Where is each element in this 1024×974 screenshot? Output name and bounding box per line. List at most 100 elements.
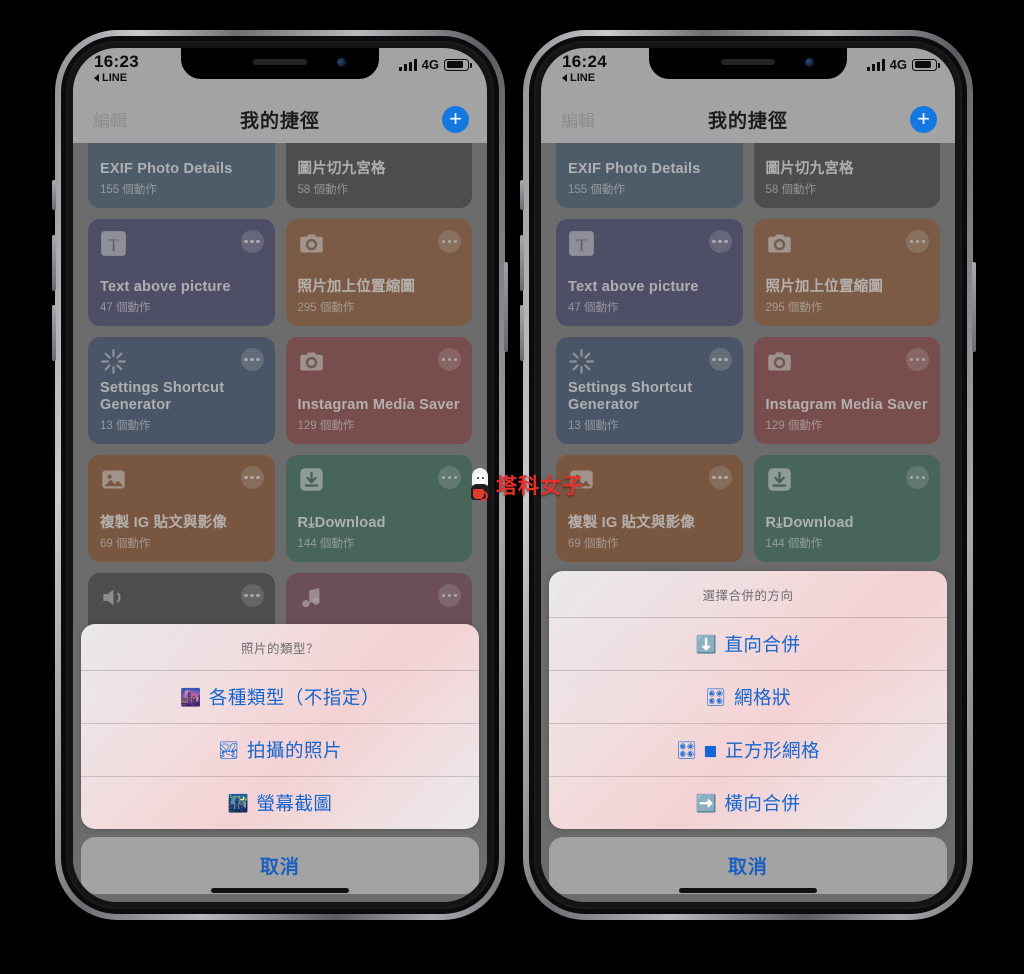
shortcut-title: 圖片切九宮格 bbox=[297, 161, 386, 178]
shortcut-card[interactable]: 圖片切九宮格 58 個動作 bbox=[285, 143, 472, 208]
camera-icon bbox=[766, 230, 793, 257]
action-sheet-option[interactable]: 🎛 ◼ 正方形網格 bbox=[549, 723, 947, 776]
home-indicator[interactable] bbox=[211, 888, 349, 893]
shortcut-more-button[interactable] bbox=[438, 348, 461, 371]
power-button[interactable] bbox=[972, 262, 976, 352]
shortcut-action-count: 47 個動作 bbox=[100, 302, 151, 314]
shortcut-more-button[interactable] bbox=[708, 466, 732, 489]
shortcut-action-count: 295 個動作 bbox=[765, 302, 823, 314]
shortcut-card[interactable]: 照片加上位置縮圖 295 個動作 bbox=[753, 219, 940, 326]
action-sheet-option[interactable]: ⬇️ 直向合併 bbox=[549, 617, 947, 670]
shortcut-more-button[interactable] bbox=[708, 348, 732, 371]
shortcut-card[interactable]: 圖片切九宮格 58 個動作 bbox=[753, 143, 940, 208]
shortcut-more-button[interactable] bbox=[240, 466, 264, 489]
volume-down-button[interactable] bbox=[52, 305, 56, 361]
shortcut-more-button[interactable] bbox=[438, 584, 461, 607]
front-camera-icon bbox=[805, 58, 814, 67]
download-icon bbox=[766, 466, 793, 493]
action-sheet-option[interactable]: 🌃 螢幕截圖 bbox=[81, 776, 479, 829]
nav-bar: 編輯 我的捷徑 + bbox=[541, 96, 955, 143]
shortcut-card[interactable]: 複製 IG 貼文與影像 69 個動作 bbox=[88, 455, 275, 562]
shortcut-more-button[interactable] bbox=[906, 466, 929, 489]
shortcut-more-button[interactable] bbox=[240, 230, 264, 253]
phone-right: 16:24 LINE 4G 編輯 我的捷徑 + EXIF Photo Detai… bbox=[520, 30, 976, 920]
action-sheet-option[interactable]: 🏞 拍攝的照片 bbox=[81, 723, 479, 776]
front-camera-icon bbox=[337, 58, 346, 67]
shortcut-action-count: 155 個動作 bbox=[100, 184, 157, 196]
option-emoji-icon: 🌆 bbox=[180, 687, 202, 707]
shortcut-card[interactable]: T Text above picture 47 個動作 bbox=[88, 219, 275, 326]
shortcut-more-button[interactable] bbox=[906, 230, 929, 253]
back-to-app-button[interactable]: LINE bbox=[94, 72, 139, 84]
shortcut-meta: 圖片切九宮格 58 個動作 bbox=[298, 161, 461, 197]
shortcut-action-count: 69 個動作 bbox=[100, 538, 151, 550]
action-sheet: 照片的類型？ 🌆 各種類型（不指定） 🏞 拍攝的照片 🌃 螢幕截圖 bbox=[81, 624, 479, 829]
action-sheet-option[interactable]: ➡️ 橫向合併 bbox=[549, 776, 947, 829]
shortcut-meta: R⤓Download 144 個動作 bbox=[766, 515, 929, 551]
shortcut-card[interactable]: EXIF Photo Details 155 個動作 bbox=[88, 143, 275, 208]
home-indicator[interactable] bbox=[679, 888, 817, 893]
shortcut-card[interactable]: Instagram Media Saver 129 個動作 bbox=[753, 337, 940, 444]
cancel-button[interactable]: 取消 bbox=[549, 837, 947, 894]
action-sheet-option[interactable]: 🌆 各種類型（不指定） bbox=[81, 670, 479, 723]
shortcut-action-count: 69 個動作 bbox=[568, 538, 619, 550]
shortcuts-grid: EXIF Photo Details 155 個動作 圖片切九宮格 58 個動作 T Te… bbox=[73, 143, 487, 680]
action-sheet-container: 選擇合併的方向 ⬇️ 直向合併 🎛 網格狀 🎛 ◼ 正方形網格 ➡️ 橫向合併 取消 bbox=[541, 571, 955, 902]
shortcut-more-button[interactable] bbox=[906, 348, 929, 371]
shortcut-more-button[interactable] bbox=[240, 584, 264, 607]
shortcut-card[interactable]: EXIF Photo Details 155 個動作 bbox=[556, 143, 743, 208]
shortcut-action-count: 129 個動作 bbox=[765, 420, 823, 432]
shortcut-action-count: 13 個動作 bbox=[568, 420, 619, 432]
status-bar: 16:23 LINE 4G bbox=[73, 48, 487, 96]
shortcut-card[interactable]: Settings Shortcut Generator 13 個動作 bbox=[556, 337, 743, 444]
add-shortcut-button[interactable]: + bbox=[910, 106, 937, 133]
back-to-app-button[interactable]: LINE bbox=[562, 72, 607, 84]
volume-up-button[interactable] bbox=[52, 235, 56, 291]
shortcut-meta: Instagram Media Saver 129 個動作 bbox=[766, 397, 929, 433]
shortcut-card[interactable]: R⤓Download 144 個動作 bbox=[285, 455, 472, 562]
phone-left: 16:23 LINE 4G 編輯 我的捷徑 + EXIF Photo Detai… bbox=[52, 30, 508, 920]
shortcut-card[interactable]: R⤓Download 144 個動作 bbox=[753, 455, 940, 562]
mute-switch[interactable] bbox=[52, 180, 56, 210]
edit-button[interactable]: 編輯 bbox=[561, 107, 595, 132]
shortcut-card[interactable]: Settings Shortcut Generator 13 個動作 bbox=[88, 337, 275, 444]
watermark: 塔科女子 bbox=[468, 468, 584, 502]
status-bar-left: 16:23 LINE bbox=[94, 52, 139, 84]
battery-icon bbox=[912, 58, 940, 71]
shortcut-action-count: 129 個動作 bbox=[297, 420, 355, 432]
screenshot-canvas: 16:23 LINE 4G 編輯 我的捷徑 + EXIF Photo Detai… bbox=[0, 0, 1024, 974]
shortcut-card[interactable]: Instagram Media Saver 129 個動作 bbox=[285, 337, 472, 444]
phone-screen: 16:23 LINE 4G 編輯 我的捷徑 + EXIF Photo Detai… bbox=[73, 48, 487, 902]
shortcut-title: Instagram Media Saver bbox=[765, 397, 928, 414]
camera-icon bbox=[766, 348, 793, 375]
power-button[interactable] bbox=[504, 262, 508, 352]
shortcut-meta: Settings Shortcut Generator 13 個動作 bbox=[100, 380, 263, 433]
cancel-button[interactable]: 取消 bbox=[81, 837, 479, 894]
back-triangle-icon bbox=[94, 74, 99, 82]
mascot-icon bbox=[468, 468, 492, 502]
page-title: 我的捷徑 bbox=[239, 111, 320, 132]
add-shortcut-button[interactable]: + bbox=[442, 106, 469, 133]
shortcut-card[interactable]: T Text above picture 47 個動作 bbox=[556, 219, 743, 326]
signal-bars-icon bbox=[866, 58, 885, 71]
action-sheet-option[interactable]: 🎛 網格狀 bbox=[549, 670, 947, 723]
download-icon bbox=[298, 466, 325, 493]
shortcut-more-button[interactable] bbox=[438, 466, 461, 489]
shortcut-more-button[interactable] bbox=[438, 230, 461, 253]
camera-icon bbox=[298, 230, 325, 257]
shortcut-action-count: 144 個動作 bbox=[297, 538, 355, 550]
sparkle-icon bbox=[568, 348, 595, 375]
shortcut-card[interactable]: 照片加上位置縮圖 295 個動作 bbox=[285, 219, 472, 326]
shortcut-more-button[interactable] bbox=[708, 230, 732, 253]
battery-icon bbox=[444, 58, 472, 71]
action-sheet-option-label: 各種類型（不指定） bbox=[208, 687, 380, 708]
edit-button[interactable]: 編輯 bbox=[93, 107, 127, 132]
volume-down-button[interactable] bbox=[520, 305, 524, 361]
music-icon bbox=[298, 584, 325, 611]
volume-up-button[interactable] bbox=[520, 235, 524, 291]
action-sheet-options: ⬇️ 直向合併 🎛 網格狀 🎛 ◼ 正方形網格 ➡️ 橫向合併 bbox=[549, 617, 947, 829]
status-bar-left: 16:24 LINE bbox=[562, 52, 607, 84]
shortcut-more-button[interactable] bbox=[240, 348, 264, 371]
svg-text:T: T bbox=[108, 235, 119, 254]
mute-switch[interactable] bbox=[520, 180, 524, 210]
